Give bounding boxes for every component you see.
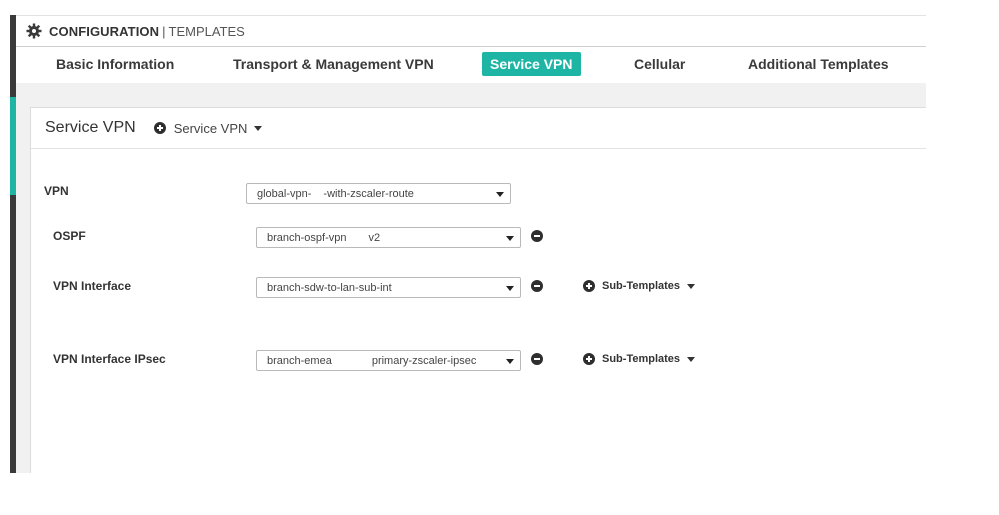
ospf-value-part2: v2 [368, 231, 381, 244]
vpn-interface-label: VPN Interface [53, 279, 132, 293]
page-subtitle: TEMPLATES [168, 23, 245, 39]
chevron-down-icon [496, 192, 504, 197]
tab-service-vpn[interactable]: Service VPN [482, 52, 581, 76]
ospf-label: OSPF [53, 229, 86, 243]
ospf-template-select[interactable]: branch-ospf-vpn v2 [256, 227, 521, 248]
vpn-interface-ipsec-label: VPN Interface IPsec [53, 352, 166, 366]
vpn-interface-value: branch-sdw-to-lan-sub-int [267, 281, 392, 294]
page-header: CONFIGURATION | TEMPLATES [16, 15, 926, 47]
vpn-interface-sub-templates-button[interactable]: Sub-Templates [583, 280, 696, 292]
tab-transport-management-vpn[interactable]: Transport & Management VPN [233, 47, 434, 81]
chevron-down-icon [506, 359, 514, 364]
ospf-value-part1: branch-ospf-vpn [267, 231, 347, 244]
panel-title: Service VPN [45, 119, 136, 136]
tab-additional-templates[interactable]: Additional Templates [748, 47, 889, 81]
tab-bar: Basic Information Transport & Management… [16, 47, 926, 83]
vpn-label: VPN [44, 184, 69, 198]
caret-down-icon [254, 125, 263, 131]
caret-down-icon [687, 283, 696, 289]
plus-circle-icon [583, 280, 595, 292]
sub-templates-label: Sub-Templates [602, 280, 681, 292]
remove-vpn-interface-button[interactable] [531, 280, 543, 292]
service-vpn-panel: Service VPN Service VPN VPN global-vpn- … [30, 107, 926, 473]
vpn-template-select[interactable]: global-vpn- -with-zscaler-route [246, 183, 511, 204]
tab-basic-information[interactable]: Basic Information [56, 47, 174, 81]
chevron-down-icon [506, 236, 514, 241]
panel-header: Service VPN Service VPN [31, 108, 926, 149]
page-title: CONFIGURATION [49, 23, 160, 39]
add-service-vpn-label: Service VPN [173, 120, 248, 136]
vpn-interface-ipsec-value-part2: primary-zscaler-ipsec [371, 354, 477, 367]
sub-templates-label: Sub-Templates [602, 353, 681, 365]
remove-vpn-interface-ipsec-button[interactable] [531, 353, 543, 365]
vpn-interface-template-select[interactable]: branch-sdw-to-lan-sub-int [256, 277, 521, 298]
vpn-interface-ipsec-value-part1: branch-emea [267, 354, 332, 367]
plus-circle-icon [583, 353, 595, 365]
chevron-down-icon [506, 286, 514, 291]
remove-ospf-button[interactable] [531, 230, 543, 242]
title-separator: | [162, 23, 166, 39]
vpn-interface-ipsec-template-select[interactable]: branch-emea primary-zscaler-ipsec [256, 350, 521, 371]
caret-down-icon [687, 356, 696, 362]
add-service-vpn-button[interactable]: Service VPN [153, 120, 263, 136]
vpn-value-part1: global-vpn- [257, 187, 312, 200]
plus-circle-icon [153, 122, 166, 134]
tab-cellular[interactable]: Cellular [634, 47, 685, 81]
vpn-interface-ipsec-sub-templates-button[interactable]: Sub-Templates [583, 353, 696, 365]
gear-icon [26, 23, 42, 39]
vpn-value-part2: -with-zscaler-route [323, 187, 414, 200]
